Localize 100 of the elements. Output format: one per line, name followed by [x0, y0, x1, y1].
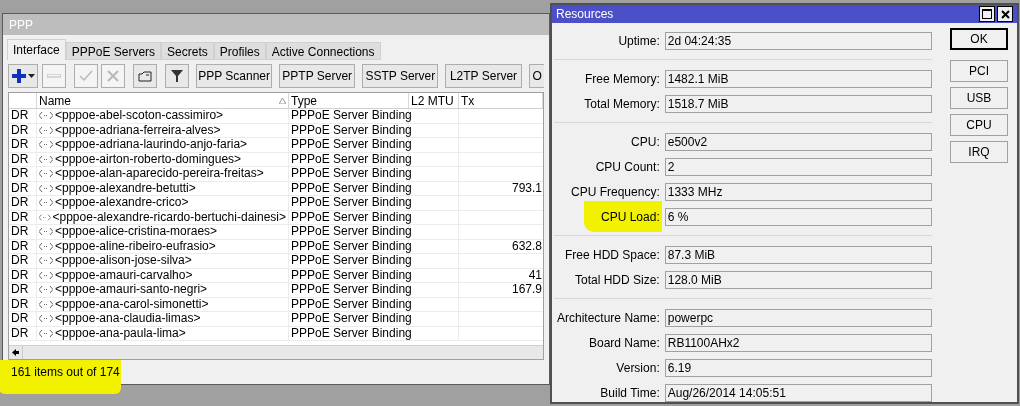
table-cell: <pppoe-amauri-carvalho>: [55, 268, 193, 282]
field-label: Total Memory:: [583, 95, 661, 112]
toolbar-button[interactable]: SSTP Server: [362, 64, 439, 88]
table-row[interactable]: DR <pppoe-amauri-carvalho> PPPoE Server Binding 41: [9, 268, 543, 283]
column-header[interactable]: Tx: [459, 93, 543, 108]
table-row[interactable]: DR <pppoe-alan-aparecido-pereira-freitas> PPPoE Server Binding: [9, 167, 543, 182]
column-header[interactable]: Type: [289, 93, 409, 108]
table-row[interactable]: DR <pppoe-amauri-santo-negri> PPPoE Server Binding 167.9: [9, 283, 543, 298]
dialog-button[interactable]: IRQ: [950, 141, 1008, 163]
tab[interactable]: Profiles: [213, 42, 266, 60]
table-row[interactable]: DR <pppoe-adriana-laurindo-anjo-faria> PPPoE Server Binding: [9, 138, 543, 153]
column-header[interactable]: L2 MTU: [409, 93, 459, 108]
value-field[interactable]: Aug/26/2014 14:05:51: [664, 383, 932, 402]
table-row[interactable]: DR <pppoe-alison-jose-silva> PPPoE Server Binding: [9, 254, 543, 269]
table-cell: DR: [9, 297, 37, 311]
table-row[interactable]: DR <pppoe-alexandre-crico> PPPoE Server Binding: [9, 196, 543, 211]
interface-icon: [39, 112, 53, 120]
table-cell: DR: [9, 167, 37, 181]
dialog-button[interactable]: CPU: [950, 114, 1008, 136]
table-cell: <pppoe-alexandre-ricardo-bertuchi-dainesi>: [52, 210, 286, 224]
close-icon: [1000, 9, 1010, 19]
table-cell: DR: [9, 254, 37, 268]
table-cell: <pppoe-adriana-laurindo-anjo-faria>: [55, 138, 248, 152]
value-field[interactable]: 6.19: [664, 358, 932, 377]
interface-icon: [39, 126, 53, 134]
table-row[interactable]: DR <pppoe-alexandre-ricardo-bertuchi-dainesi> PPPoE Server Binding: [9, 210, 543, 225]
table-cell: PPPoE Server Binding: [289, 152, 409, 166]
value-field[interactable]: 1482.1 MiB: [664, 69, 932, 88]
tab[interactable]: Secrets: [161, 42, 214, 60]
horizontal-scrollbar[interactable]: [9, 345, 543, 359]
check-icon: [79, 70, 93, 82]
table-cell: DR: [9, 326, 37, 340]
interface-icon: [39, 155, 53, 163]
table-cell: PPPoE Server Binding: [289, 225, 409, 239]
value-field[interactable]: 1518.7 MiB: [664, 94, 932, 113]
table-cell: PPPoE Server Binding: [289, 196, 409, 210]
filter-button[interactable]: [165, 64, 189, 88]
field-label: Build Time:: [599, 384, 661, 401]
value-field[interactable]: 128.0 MiB: [664, 270, 932, 289]
maximize-icon: [982, 9, 992, 19]
sort-icon: [279, 97, 286, 104]
dialog-button[interactable]: OK: [950, 28, 1008, 50]
column-header[interactable]: Name: [37, 93, 289, 108]
dialog-button[interactable]: USB: [950, 87, 1008, 109]
field-label: CPU Frequency:: [570, 183, 661, 200]
toolbar-button[interactable]: O: [528, 64, 544, 88]
value-field[interactable]: powerpc: [664, 308, 932, 327]
toolbar-button[interactable]: PPP Scanner: [196, 64, 273, 88]
table-cell: PPPoE Server Binding: [289, 138, 409, 152]
maximize-button[interactable]: [979, 6, 995, 22]
table-row[interactable]: DR <pppoe-aline-ribeiro-eufrasio> PPPoE Server Binding 632.8: [9, 239, 543, 254]
interface-icon: [39, 286, 53, 294]
table-row[interactable]: DR <pppoe-adriana-ferreira-alves> PPPoE Server Binding: [9, 123, 543, 138]
value-field[interactable]: 6 %: [664, 207, 932, 226]
table-cell: <pppoe-ana-paula-lima>: [55, 326, 186, 340]
table-cell: <pppoe-alan-aparecido-pereira-freitas>: [55, 167, 264, 181]
table-row[interactable]: DR <pppoe-ana-paula-lima> PPPoE Server Binding: [9, 326, 543, 341]
table-row[interactable]: DR <pppoe-ana-carol-simonetti> PPPoE Server Binding: [9, 297, 543, 312]
value-field[interactable]: RB1100AHx2: [664, 333, 932, 352]
add-button[interactable]: [8, 64, 38, 88]
interface-icon: [39, 170, 53, 178]
plus-icon: [11, 69, 26, 83]
toolbar-button[interactable]: L2TP Server: [445, 64, 522, 88]
table-cell: <pppoe-adriana-ferreira-alves>: [55, 123, 221, 137]
field-label: Board Name:: [588, 334, 661, 351]
table-cell: DR: [9, 196, 37, 210]
interface-icon: [39, 271, 53, 279]
value-field[interactable]: 2: [664, 157, 932, 176]
comment-button[interactable]: [133, 64, 157, 88]
value-field[interactable]: e500v2: [664, 132, 932, 151]
interface-icon: [39, 184, 53, 192]
table-cell: <pppoe-ana-carol-simonetti>: [55, 297, 209, 311]
table-cell: DR: [9, 181, 37, 195]
table-cell: <pppoe-abel-scoton-cassimiro>: [55, 109, 224, 123]
table-row[interactable]: DR <pppoe-alexandre-betutti> PPPoE Server Binding 793.1: [9, 181, 543, 196]
table-row[interactable]: DR <pppoe-alice-cristina-moraes> PPPoE Server Binding: [9, 225, 543, 240]
table-row[interactable]: DR <pppoe-ana-claudia-limas> PPPoE Server Binding: [9, 312, 543, 327]
toolbar-button[interactable]: PPTP Server: [279, 64, 356, 88]
field-label: Version:: [615, 359, 661, 376]
dialog-button[interactable]: PCI: [950, 60, 1008, 82]
table-cell: DR: [9, 152, 37, 166]
tab[interactable]: Active Connections: [265, 42, 381, 60]
table-cell: <pppoe-alexandre-betutti>: [55, 181, 196, 195]
interface-icon: [39, 315, 53, 323]
table-row[interactable]: DR <pppoe-abel-scoton-cassimiro> PPPoE Server Binding: [9, 109, 543, 124]
table-row[interactable]: DR <pppoe-airton-roberto-domingues> PPPoE Server Binding: [9, 152, 543, 167]
tab[interactable]: Interface: [7, 39, 66, 60]
table-cell: <pppoe-alice-cristina-moraes>: [55, 225, 218, 239]
tab[interactable]: PPPoE Servers: [65, 42, 162, 60]
table-cell: DR: [9, 283, 37, 297]
field-label: Uptime:: [617, 32, 661, 49]
value-field[interactable]: 2d 04:24:35: [664, 31, 932, 50]
interface-icon: [39, 329, 53, 337]
value-field[interactable]: 1333 MHz: [664, 182, 932, 201]
close-button[interactable]: [997, 6, 1013, 22]
table-cell: DR: [9, 109, 37, 123]
value-field[interactable]: 87.3 MiB: [664, 245, 932, 264]
table-cell: <pppoe-ana-claudia-limas>: [55, 312, 201, 326]
left-arrow-button[interactable]: [9, 345, 23, 359]
field-label: CPU Load:: [600, 208, 661, 225]
